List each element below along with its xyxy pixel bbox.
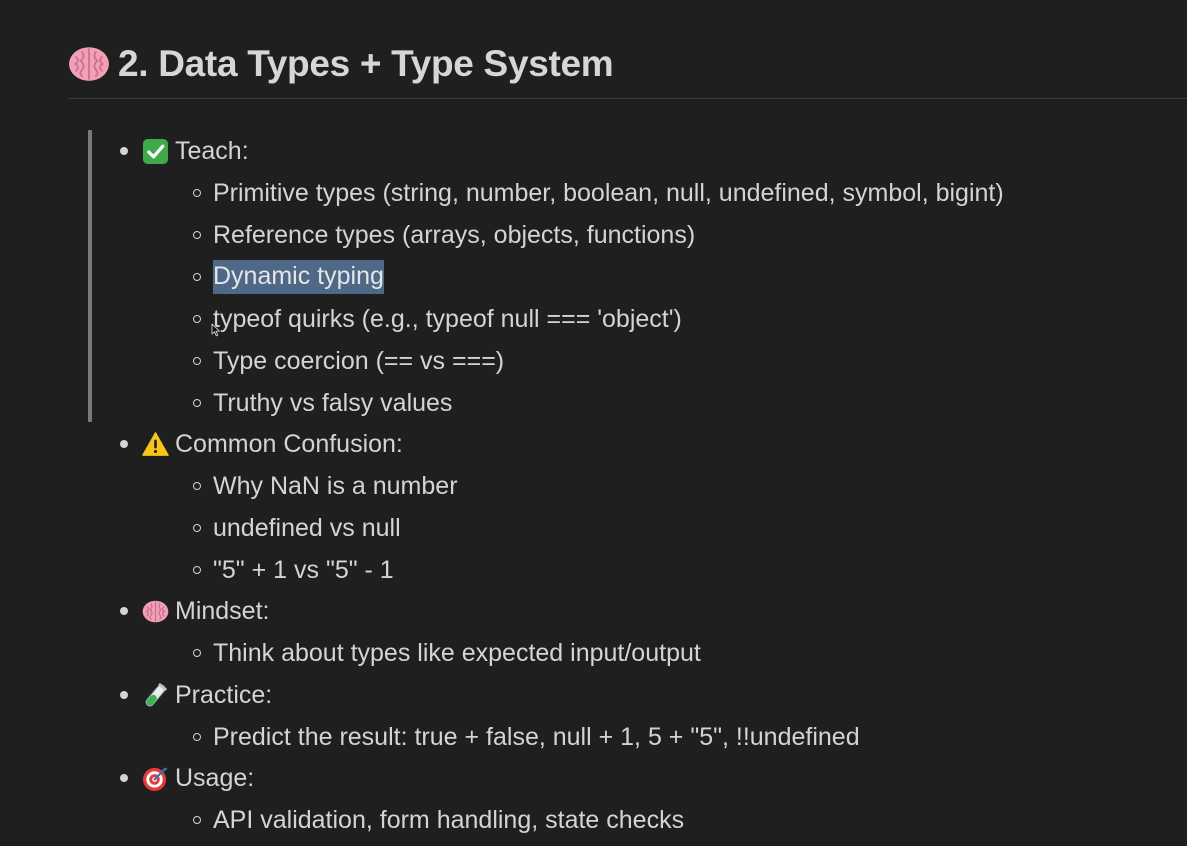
sub-bullet-icon [193, 482, 201, 490]
sub-bullet-icon [193, 816, 201, 824]
list-item[interactable]: typeof quirks (e.g., typeof null === 'ob… [192, 298, 682, 340]
list-item-text: Truthy vs falsy values [213, 388, 453, 417]
bullet-icon [120, 147, 128, 155]
sub-bullet-icon [193, 399, 201, 407]
list-item[interactable]: Think about types like expected input/ou… [192, 632, 701, 674]
list-item[interactable]: "5" + 1 vs "5" - 1 [192, 549, 394, 591]
section-label: Common Confusion: [175, 429, 403, 458]
list-item-text: Type coercion (== vs ===) [213, 346, 505, 375]
bullet-icon [120, 691, 128, 699]
list-item-mindset[interactable]: Mindset: [118, 590, 269, 632]
sub-bullet-icon [193, 524, 201, 532]
section-label: Teach: [175, 136, 249, 165]
sub-bullet-icon [193, 566, 201, 574]
list-item[interactable]: Primitive types (string, number, boolean… [192, 172, 1004, 214]
list-item-text: Predict the result: true + false, null +… [213, 722, 860, 751]
selected-text[interactable]: Dynamic typing [213, 260, 384, 294]
page-heading: 2. Data Types + Type System [68, 36, 614, 92]
bullet-icon [120, 440, 128, 448]
sub-bullet-icon [193, 231, 201, 239]
section-label: Practice: [175, 680, 273, 709]
sub-bullet-icon [193, 733, 201, 741]
list-item-text: "5" + 1 vs "5" - 1 [213, 555, 394, 584]
list-item[interactable]: Predict the result: true + false, null +… [192, 716, 860, 758]
list-item-usage[interactable]: Usage: [118, 757, 254, 799]
list-item-selected[interactable]: Dynamic typing [192, 256, 384, 298]
test-tube-icon [145, 682, 167, 706]
list-item[interactable]: API validation, form handling, state che… [192, 799, 684, 841]
target-icon [142, 767, 168, 791]
sub-bullet-icon [193, 189, 201, 197]
list-item-text: Why NaN is a number [213, 471, 458, 500]
section-label: Usage: [175, 763, 255, 792]
section-label: Mindset: [175, 596, 270, 625]
list-item-teach[interactable]: Teach: [118, 130, 249, 172]
brain-icon [142, 600, 169, 622]
active-block-indicator [88, 130, 92, 422]
list-item-text: Primitive types (string, number, boolean… [213, 178, 1004, 207]
sub-bullet-icon [193, 273, 201, 281]
list-item[interactable]: Why NaN is a number [192, 465, 458, 507]
heading-text: 2. Data Types + Type System [118, 43, 614, 84]
list-item[interactable]: undefined vs null [192, 507, 401, 549]
heading-divider [68, 98, 1187, 99]
list-item[interactable]: Type coercion (== vs ===) [192, 340, 504, 382]
list-item[interactable]: Reference types (arrays, objects, functi… [192, 214, 695, 256]
sub-bullet-icon [193, 315, 201, 323]
sub-bullet-icon [193, 649, 201, 657]
list-item-text: typeof quirks (e.g., typeof null === 'ob… [213, 304, 682, 333]
list-item-text: Think about types like expected input/ou… [213, 638, 701, 667]
list-item-common-confusion[interactable]: Common Confusion: [118, 423, 403, 465]
brain-icon [69, 47, 109, 81]
bullet-icon [120, 607, 128, 615]
list-item-practice[interactable]: Practice: [118, 674, 272, 716]
mouse-cursor-icon [211, 323, 220, 337]
check-mark-icon [142, 138, 169, 164]
warning-icon [142, 431, 169, 456]
list-item-text: API validation, form handling, state che… [213, 805, 685, 834]
list-item-text: undefined vs null [213, 513, 401, 542]
sub-bullet-icon [193, 357, 201, 365]
bullet-icon [120, 774, 128, 782]
list-item[interactable]: Truthy vs falsy values [192, 382, 452, 424]
list-item-text: Reference types (arrays, objects, functi… [213, 220, 696, 249]
